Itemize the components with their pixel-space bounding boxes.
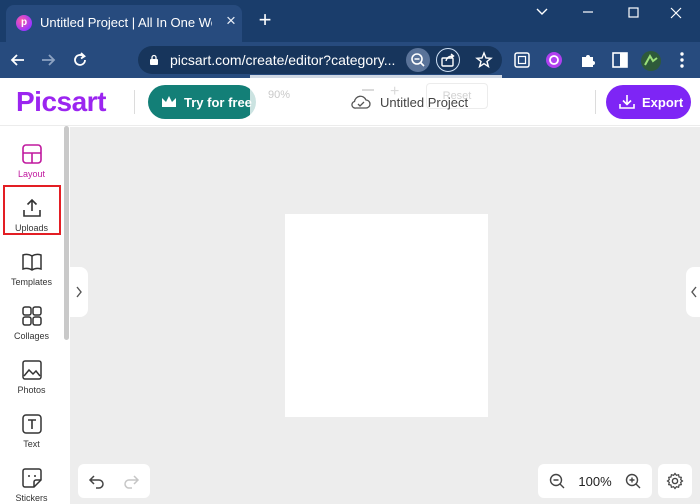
cloud-check-icon	[351, 95, 371, 109]
lock-icon	[150, 54, 158, 65]
profile-avatar[interactable]	[640, 50, 661, 71]
forward-arrow-icon[interactable]	[38, 50, 58, 70]
sidebar-item-photos[interactable]: Photos	[3, 349, 60, 399]
header-divider	[595, 90, 596, 114]
sidebar-item-layout[interactable]: Layout	[3, 133, 60, 183]
tab-search-chevron-icon[interactable]	[522, 3, 562, 23]
sidebar-item-label: Photos	[17, 385, 46, 395]
side-panel-icon[interactable]	[610, 50, 630, 70]
tab-title: Untitled Project | All In One Web	[40, 15, 212, 30]
grid-icon	[22, 306, 42, 326]
reload-icon[interactable]	[70, 50, 90, 70]
zoom-overlay-value: 90%	[268, 89, 291, 101]
bookmark-star-icon[interactable]	[472, 48, 496, 72]
zoom-level: 100%	[578, 474, 612, 489]
download-icon	[619, 95, 635, 109]
history-controls	[78, 464, 150, 498]
try-for-free-label: Try for free	[184, 95, 252, 110]
uploads-highlight-box	[3, 185, 61, 235]
export-button[interactable]: Export	[606, 85, 691, 119]
browser-titlebar: p Untitled Project | All In One Web × +	[0, 0, 700, 42]
extensions-puzzle-icon[interactable]	[578, 50, 598, 70]
sidebar-item-label: Collages	[13, 331, 50, 341]
extension-picsart-icon[interactable]	[544, 50, 564, 70]
export-label: Export	[642, 95, 684, 110]
zoom-controls: 100%	[538, 464, 652, 498]
back-arrow-icon[interactable]	[8, 50, 28, 70]
browser-toolbar: picsart.com/create/editor?category...	[0, 42, 700, 78]
image-icon	[22, 360, 42, 380]
project-title: Untitled Project	[380, 95, 469, 110]
zoom-out-icon[interactable]	[548, 472, 566, 490]
sidebar-item-label: Stickers	[15, 493, 48, 503]
zoom-out-icon[interactable]	[406, 48, 430, 72]
crown-icon	[162, 96, 176, 107]
menu-kebab-icon[interactable]	[672, 50, 692, 70]
new-tab-icon[interactable]: +	[254, 9, 276, 31]
maximize-icon[interactable]	[614, 3, 654, 23]
collapse-right-panel-button[interactable]	[686, 267, 700, 317]
undo-icon[interactable]	[88, 472, 106, 490]
sidebar-item-templates[interactable]: Templates	[3, 241, 60, 291]
left-sidebar: Layout Uploads Templates Collages Photos	[0, 126, 62, 504]
chevron-right-icon	[76, 286, 82, 298]
extension-screenshot-icon[interactable]	[512, 50, 532, 70]
sticker-icon	[22, 468, 42, 488]
browser-tab[interactable]: p Untitled Project | All In One Web ×	[6, 5, 242, 42]
minimize-icon[interactable]	[568, 3, 608, 23]
sidebar-item-label: Templates	[10, 277, 53, 287]
zoom-in-icon[interactable]	[624, 472, 642, 490]
text-icon	[22, 414, 42, 434]
book-open-icon	[22, 253, 42, 271]
app-header: Picsart Try for free 90% + Reset Untitle…	[0, 75, 700, 126]
try-for-free-button[interactable]: Try for free	[148, 85, 256, 119]
chevron-left-icon	[691, 286, 697, 298]
redo-icon[interactable]	[122, 472, 140, 490]
artboard[interactable]	[285, 214, 488, 417]
share-icon[interactable]	[436, 48, 460, 72]
canvas-area[interactable]: 100%	[70, 127, 700, 504]
header-divider	[134, 90, 135, 114]
expand-panel-button[interactable]	[70, 267, 88, 317]
canvas-settings-button[interactable]	[658, 464, 692, 498]
sidebar-scrollbar[interactable]	[64, 126, 69, 340]
sidebar-item-collages[interactable]: Collages	[3, 295, 60, 345]
sidebar-item-stickers[interactable]: Stickers	[3, 457, 60, 504]
picsart-logo[interactable]: Picsart	[16, 86, 106, 118]
url-text: picsart.com/create/editor?category...	[170, 52, 396, 68]
layout-icon	[22, 144, 42, 164]
tab-close-icon[interactable]: ×	[222, 12, 240, 30]
picsart-favicon-icon: p	[16, 15, 32, 31]
gear-icon	[666, 472, 684, 490]
zoom-overlay-minus-icon[interactable]	[362, 89, 374, 91]
close-window-icon[interactable]	[656, 3, 696, 23]
sidebar-item-label: Text	[23, 439, 40, 449]
sidebar-item-text[interactable]: Text	[3, 403, 60, 453]
omnibox[interactable]: picsart.com/create/editor?category...	[138, 46, 502, 74]
sidebar-item-label: Layout	[17, 169, 46, 179]
